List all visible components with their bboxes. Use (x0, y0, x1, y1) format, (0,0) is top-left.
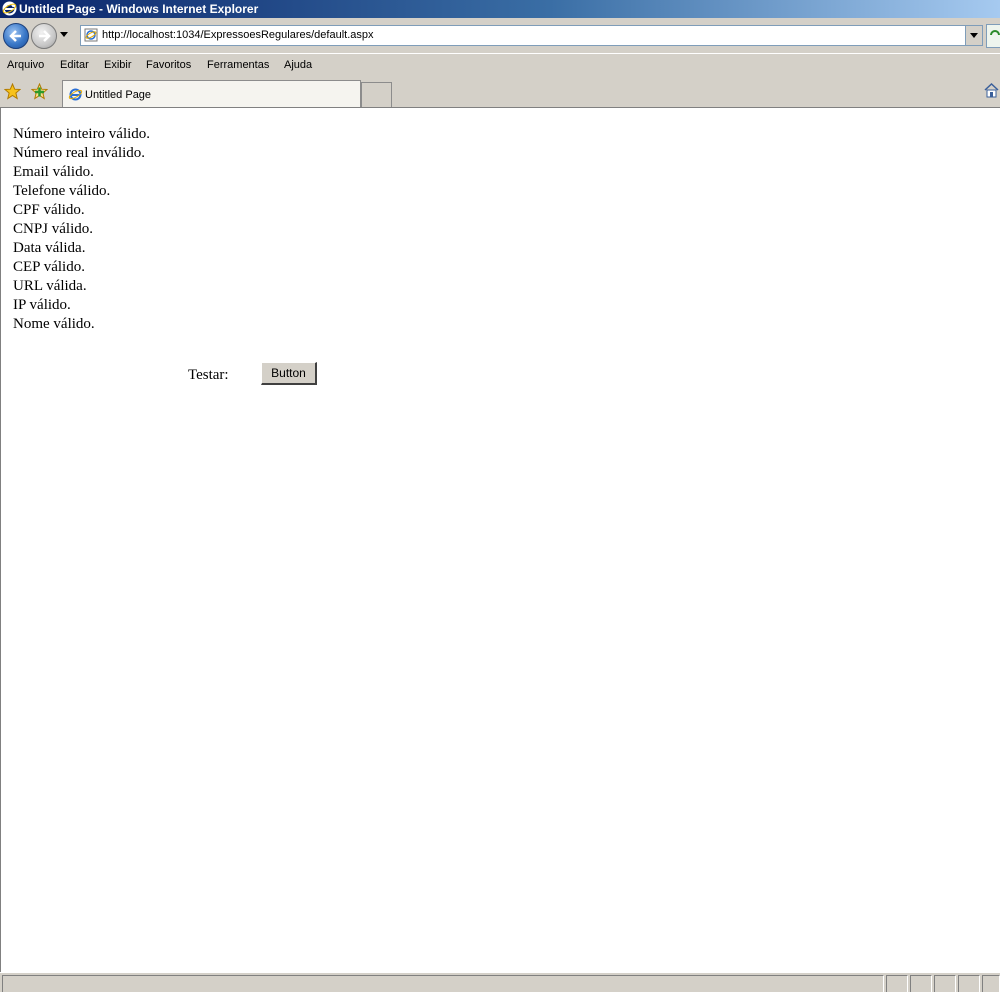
result-data: Data válida. (13, 240, 86, 256)
forward-button[interactable] (31, 23, 57, 49)
page-icon (84, 28, 98, 47)
recent-pages-dropdown-icon[interactable] (60, 32, 68, 37)
validation-results: Número inteiro válido. Número real invál… (13, 125, 150, 334)
title-bar: Untitled Page - Windows Internet Explore… (0, 0, 1000, 18)
refresh-button[interactable] (986, 24, 1000, 48)
status-segment (982, 975, 1000, 992)
result-inteiro: Número inteiro válido. (13, 126, 151, 142)
result-telefone: Telefone válido. (13, 183, 111, 199)
menu-bar: Arquivo Editar Exibir Favoritos Ferramen… (0, 53, 1000, 78)
address-row: http://localhost:1034/ExpressoesRegulare… (0, 18, 1000, 52)
back-button[interactable] (3, 23, 29, 49)
forward-arrow-icon (39, 30, 51, 42)
menu-favoritos[interactable]: Favoritos (146, 59, 191, 72)
result-email: Email válido. (13, 164, 94, 180)
status-bar (0, 972, 1000, 992)
result-nome: Nome válido. (13, 316, 95, 332)
status-segment (934, 975, 956, 992)
status-text-area (2, 975, 884, 992)
window-title: Untitled Page - Windows Internet Explore… (19, 2, 259, 16)
back-arrow-icon (9, 30, 21, 42)
status-segment (910, 975, 932, 992)
status-segment (958, 975, 980, 992)
favorites-tab-row: Untitled Page (0, 77, 1000, 107)
test-label: Testar: (188, 367, 229, 383)
address-url[interactable]: http://localhost:1034/ExpressoesRegulare… (102, 27, 374, 43)
tab-label: Untitled Page (85, 89, 152, 101)
menu-exibir[interactable]: Exibir (104, 59, 132, 72)
home-icon[interactable] (983, 82, 1000, 104)
test-button[interactable]: Button (261, 362, 317, 385)
result-cpf: CPF válido. (13, 202, 85, 218)
address-bar[interactable]: http://localhost:1034/ExpressoesRegulare… (80, 25, 983, 46)
chevron-down-icon (970, 33, 978, 38)
result-cep: CEP válido. (13, 259, 85, 275)
menu-editar[interactable]: Editar (60, 59, 89, 72)
result-cnpj: CNPJ válido. (13, 221, 94, 237)
refresh-icon (990, 30, 1000, 36)
address-dropdown-button[interactable] (965, 26, 982, 45)
menu-ajuda[interactable]: Ajuda (284, 59, 312, 72)
status-segment (886, 975, 908, 992)
favorites-star-icon[interactable] (3, 82, 22, 105)
menu-ferramentas[interactable]: Ferramentas (207, 59, 269, 72)
page-content: Número inteiro válido. Número real invál… (0, 107, 1000, 972)
result-url: URL válida. (13, 278, 87, 294)
new-tab-button[interactable] (361, 82, 392, 107)
result-real: Número real inválido. (13, 145, 146, 161)
menu-arquivo[interactable]: Arquivo (7, 59, 44, 72)
tab-untitled-page[interactable]: Untitled Page (62, 80, 361, 107)
add-favorite-icon[interactable] (30, 82, 49, 105)
result-ip: IP válido. (13, 297, 71, 313)
ie-page-icon (68, 87, 83, 107)
